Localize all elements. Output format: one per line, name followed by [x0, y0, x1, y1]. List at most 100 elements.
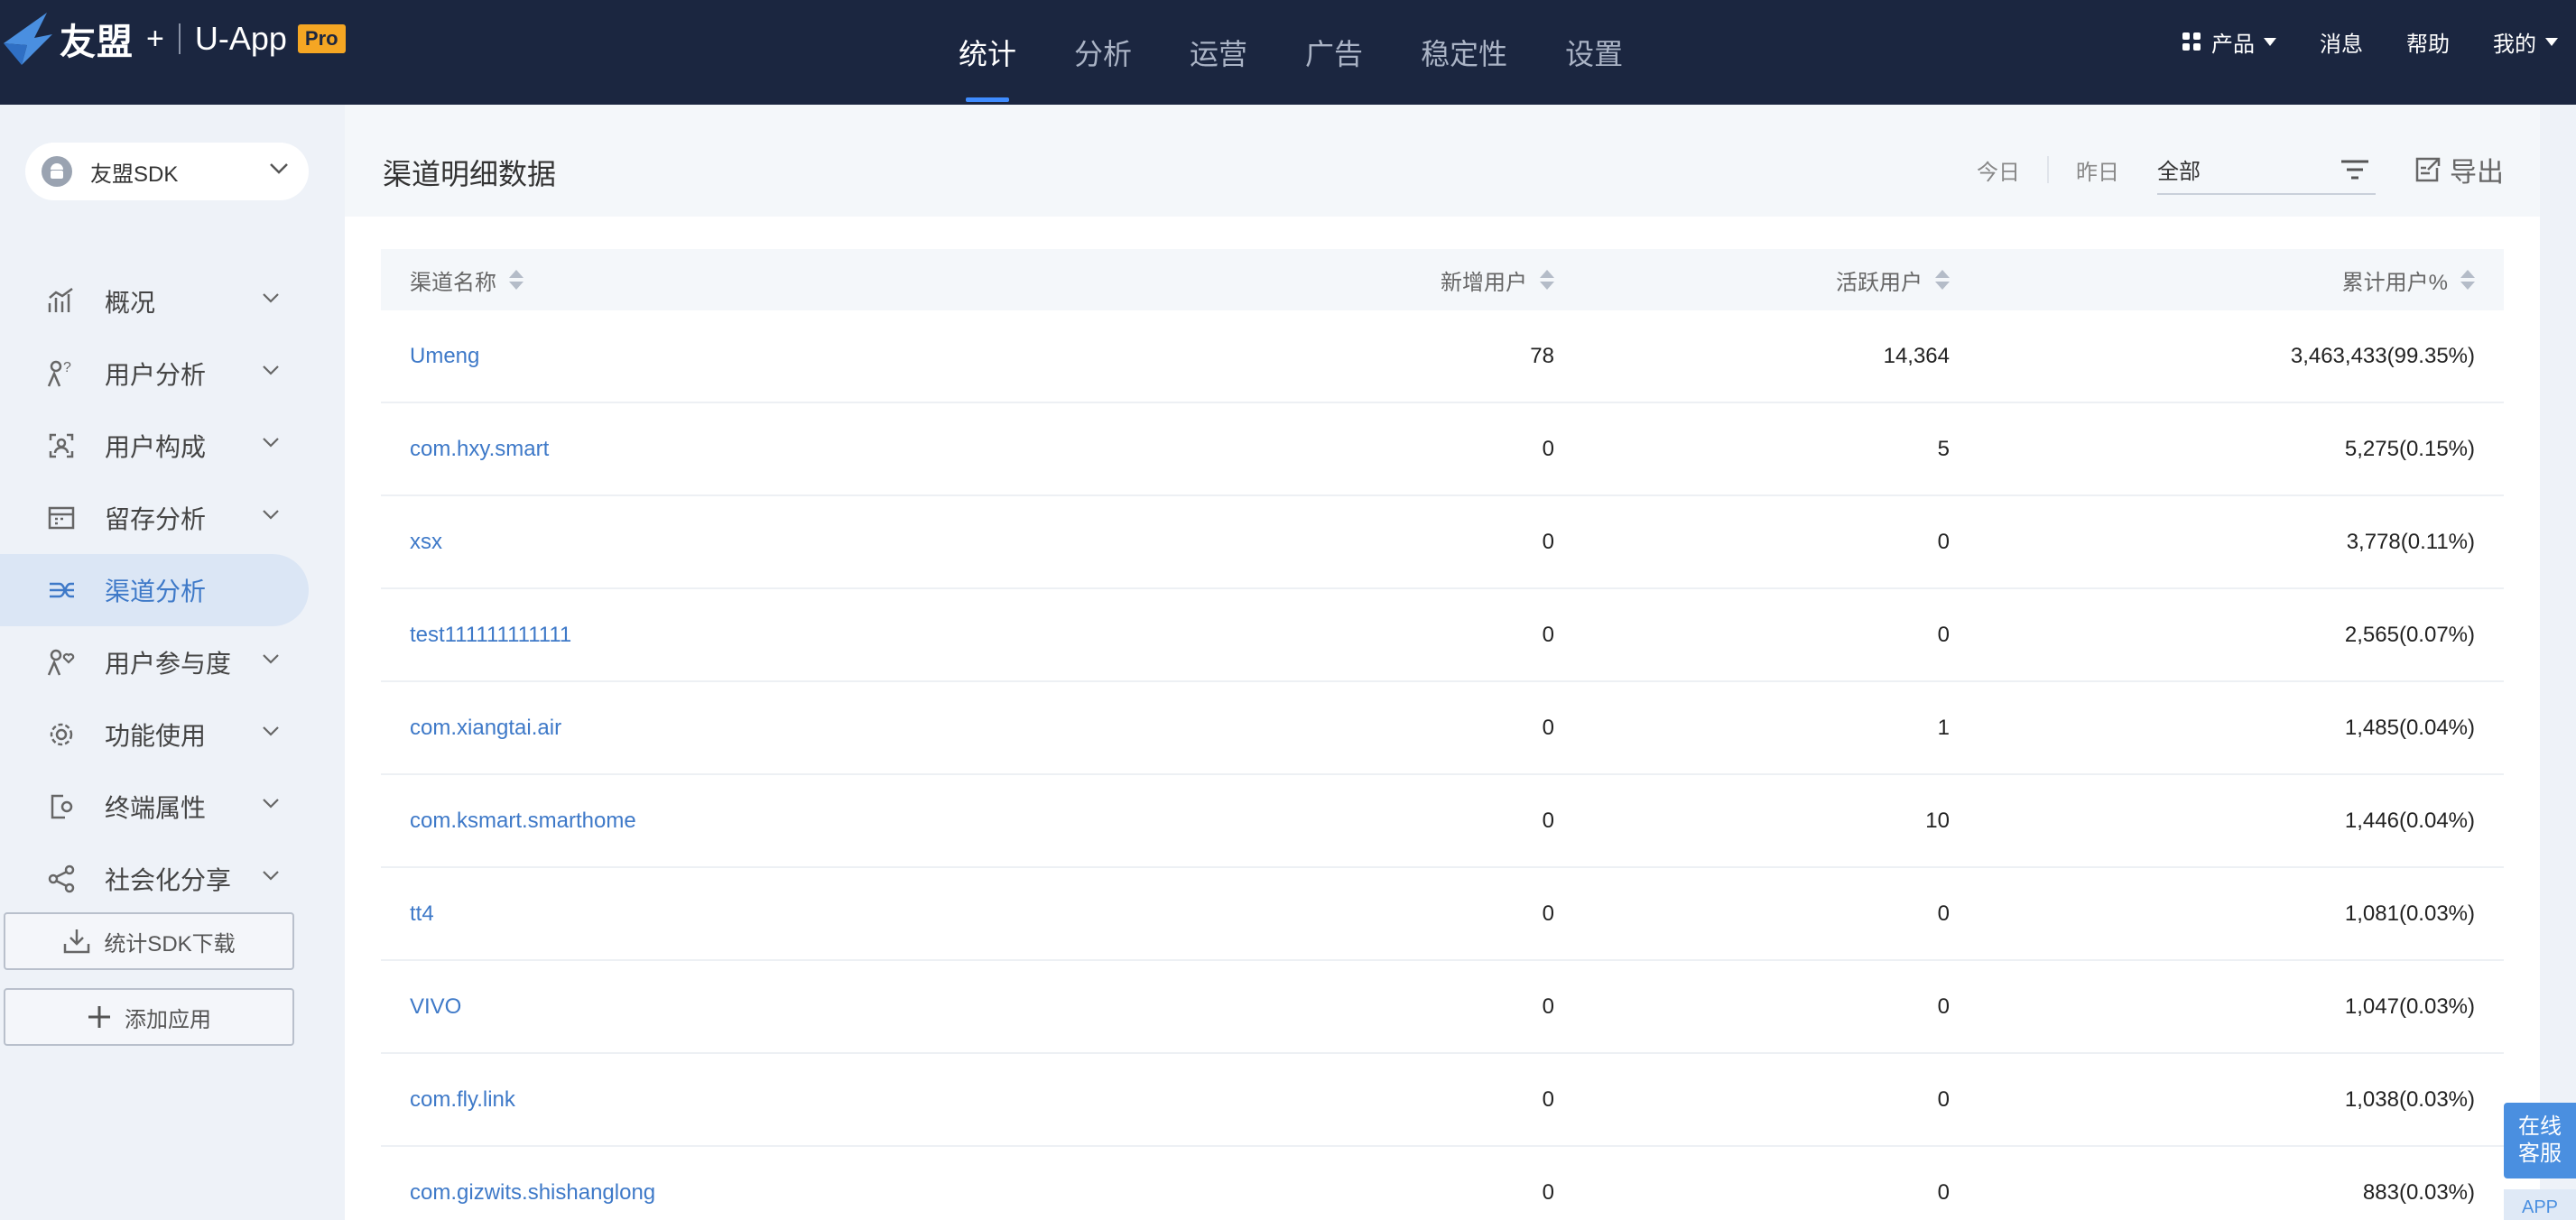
- panel-header: 渠道明细数据 今日 昨日 全部 导出: [345, 105, 2540, 217]
- sidebar-item-label: 社会化分享: [105, 866, 232, 894]
- nav-tab-ads[interactable]: 广告: [1305, 0, 1363, 105]
- channel-name-link[interactable]: com.ksmart.smarthome: [410, 775, 636, 866]
- channel-name-link[interactable]: Umeng: [410, 310, 479, 402]
- active-users-value: 5: [1937, 436, 1950, 461]
- column-header-active-users[interactable]: 活跃用户: [1836, 249, 1950, 310]
- column-header-label: 活跃用户: [1836, 270, 1923, 295]
- channel-flow-icon: [47, 575, 78, 605]
- active-users-value: 1: [1937, 715, 1950, 740]
- column-header-total-users[interactable]: 累计用户%: [2342, 249, 2475, 310]
- add-app-button[interactable]: 添加应用: [4, 988, 294, 1046]
- active-users-value: 0: [1937, 994, 1950, 1019]
- active-users-value: 10: [1925, 808, 1950, 833]
- sidebar-item-label: 用户分析: [105, 361, 207, 389]
- channel-name-link[interactable]: com.gizwits.shishanglong: [410, 1147, 655, 1220]
- help-link[interactable]: 帮助: [2406, 26, 2450, 58]
- mine-menu[interactable]: 我的: [2493, 26, 2558, 58]
- sidebar-item-label: 终端属性: [105, 794, 207, 822]
- grid-icon: [2182, 32, 2201, 51]
- top-bar: 友盟 + U-App Pro 统计 分析 运营 广告 稳定性 设置 产品 消息 …: [0, 0, 2576, 105]
- chevron-down-icon: [263, 365, 279, 375]
- channel-table: 渠道名称 新增用户 活跃用户 累计用户% Umeng 78 14,364 3,4…: [381, 249, 2504, 1220]
- brand-product: U-App: [194, 20, 287, 57]
- products-menu[interactable]: 产品: [2182, 26, 2276, 58]
- app-float-button[interactable]: APP: [2504, 1189, 2576, 1220]
- active-users-value: 0: [1937, 1179, 1950, 1205]
- sidebar: 友盟SDK 概况 ? 用户分析 用户构成 留存分析 渠道分析 用户参与度 功能使…: [0, 105, 325, 1220]
- nav-tab-analysis[interactable]: 分析: [1074, 0, 1132, 105]
- channel-name-link[interactable]: tt4: [410, 868, 434, 959]
- app-name: 友盟SDK: [90, 162, 179, 187]
- top-right-menu: 产品 消息 帮助 我的: [2139, 0, 2558, 83]
- gear-icon: [47, 719, 78, 750]
- new-users-value: 0: [1542, 622, 1554, 647]
- column-header-label: 新增用户: [1441, 270, 1527, 295]
- filter-icon: [2341, 160, 2368, 180]
- products-label: 产品: [2211, 32, 2255, 57]
- channel-name-link[interactable]: com.fly.link: [410, 1054, 515, 1145]
- sidebar-item-label: 概况: [105, 289, 156, 317]
- sidebar-item-user-composition[interactable]: 用户构成: [0, 410, 325, 482]
- total-users-value: 3,778(0.11%): [2346, 529, 2475, 554]
- column-header-label: 渠道名称: [410, 270, 496, 295]
- new-users-value: 0: [1542, 808, 1554, 833]
- channel-name-link[interactable]: xsx: [410, 496, 442, 587]
- user-heart-icon: [47, 647, 78, 678]
- channel-name-link[interactable]: com.xiangtai.air: [410, 682, 561, 773]
- column-header-label: 累计用户%: [2341, 270, 2448, 295]
- sort-icon: [509, 270, 524, 290]
- table-header: 渠道名称 新增用户 活跃用户 累计用户%: [381, 249, 2504, 310]
- channel-name-link[interactable]: test111111111111: [410, 589, 571, 680]
- chart-line-icon: [47, 286, 78, 317]
- caret-down-icon: [2264, 37, 2276, 46]
- total-users-value: 5,275(0.15%): [2344, 436, 2475, 461]
- app-selector[interactable]: 友盟SDK: [25, 143, 309, 200]
- sidebar-menu: 概况 ? 用户分析 用户构成 留存分析 渠道分析 用户参与度 功能使用 终端属性…: [0, 265, 325, 915]
- table-row: com.gizwits.shishanglong 0 0 883(0.03%): [381, 1147, 2504, 1220]
- messages-link[interactable]: 消息: [2320, 26, 2363, 58]
- mine-label: 我的: [2493, 32, 2536, 57]
- nav-tab-settings[interactable]: 设置: [1565, 0, 1623, 105]
- sidebar-item-user-analysis[interactable]: ? 用户分析: [0, 337, 325, 410]
- column-header-channel-name[interactable]: 渠道名称: [410, 249, 524, 310]
- sidebar-item-feature-usage[interactable]: 功能使用: [0, 698, 325, 771]
- chevron-down-icon: [263, 293, 279, 303]
- main-panel: 渠道明细数据 今日 昨日 全部 导出 渠道名称 新增用户 活跃用户 累计用户% …: [345, 105, 2540, 1220]
- nav-tab-stats[interactable]: 统计: [959, 0, 1016, 105]
- chevron-down-icon: [263, 799, 279, 809]
- brand-logo[interactable]: 友盟 + U-App Pro: [0, 7, 346, 70]
- panel-title: 渠道明细数据: [383, 158, 557, 190]
- export-button[interactable]: 导出: [2414, 150, 2504, 189]
- table-row: tt4 0 0 1,081(0.03%): [381, 868, 2504, 961]
- total-users-value: 1,446(0.04%): [2344, 808, 2475, 833]
- channel-name-link[interactable]: VIVO: [410, 961, 461, 1052]
- new-users-value: 0: [1542, 436, 1554, 461]
- nav-tab-stability[interactable]: 稳定性: [1421, 0, 1507, 105]
- sdk-download-button[interactable]: 统计SDK下载: [4, 912, 294, 970]
- caret-down-icon: [2545, 37, 2558, 46]
- sidebar-item-channel-analysis[interactable]: 渠道分析: [0, 554, 309, 626]
- sidebar-item-overview[interactable]: 概况: [0, 265, 325, 337]
- umeng-bird-icon: [4, 13, 52, 65]
- sidebar-item-social-share[interactable]: 社会化分享: [0, 843, 325, 915]
- channel-name-link[interactable]: com.hxy.smart: [410, 403, 549, 494]
- channel-filter-select[interactable]: 全部: [2157, 144, 2376, 195]
- app-float-label: APP: [2521, 1197, 2559, 1217]
- sdk-download-label: 统计SDK下载: [104, 931, 236, 957]
- total-users-value: 1,047(0.03%): [2344, 994, 2475, 1019]
- new-users-value: 0: [1542, 529, 1554, 554]
- yesterday-button[interactable]: 昨日: [2049, 154, 2146, 186]
- export-icon: [2415, 157, 2441, 182]
- nav-tab-operation[interactable]: 运营: [1190, 0, 1247, 105]
- brand-divider: [178, 23, 181, 54]
- sidebar-item-label: 渠道分析: [105, 578, 207, 605]
- column-header-new-users[interactable]: 新增用户: [1441, 249, 1554, 310]
- online-service-button[interactable]: 在线 客服: [2504, 1103, 2576, 1178]
- today-button[interactable]: 今日: [1950, 154, 2047, 186]
- download-icon: [64, 929, 90, 954]
- sidebar-item-device-attributes[interactable]: 终端属性: [0, 771, 325, 843]
- device-gear-icon: [47, 791, 78, 822]
- sidebar-item-engagement[interactable]: 用户参与度: [0, 626, 325, 698]
- total-users-value: 1,485(0.04%): [2344, 715, 2475, 740]
- sidebar-item-retention[interactable]: 留存分析: [0, 482, 325, 554]
